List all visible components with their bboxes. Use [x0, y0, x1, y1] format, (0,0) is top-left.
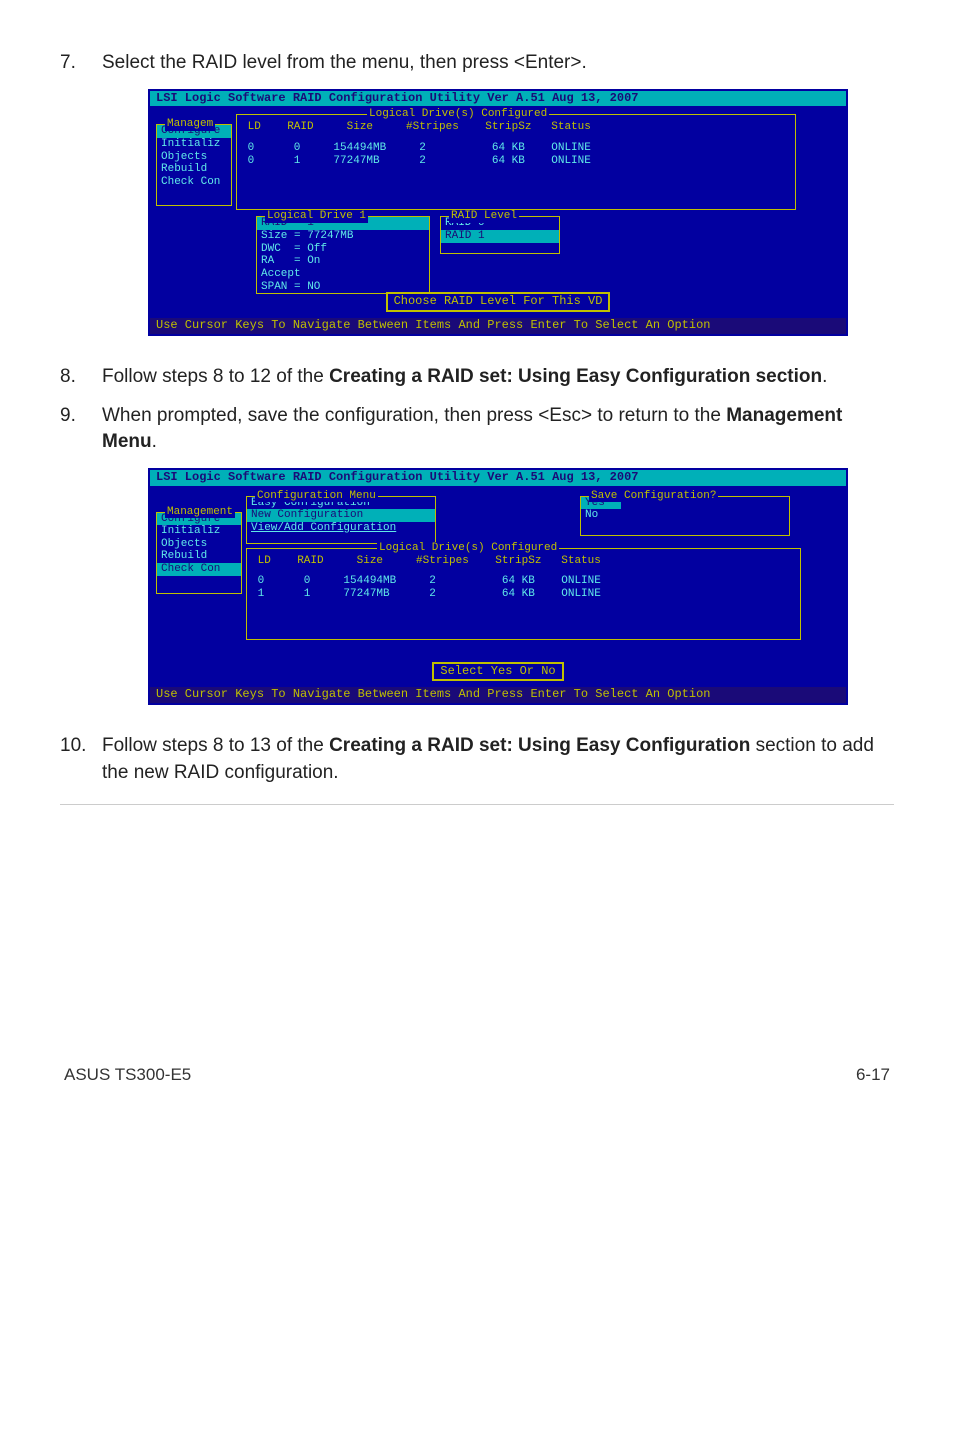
logical-drives-panel: Logical Drive(s) Configured LD RAID Size…	[246, 548, 801, 640]
panel-title: Management	[165, 506, 235, 519]
page-footer: ASUS TS300-E5 6-17	[60, 1065, 894, 1085]
ld1-accept[interactable]: Accept	[257, 268, 429, 281]
sidebar-item-objects[interactable]: Objects	[157, 151, 231, 164]
panel-title: Logical Drive(s) Configured	[377, 542, 559, 555]
ld1-span[interactable]: SPAN = NO	[257, 281, 429, 294]
footer-left: ASUS TS300-E5	[64, 1065, 191, 1085]
panel-title: Save Configuration?	[589, 490, 718, 503]
text: When prompted, save the configuration, t…	[102, 405, 726, 426]
footer-right: 6-17	[856, 1065, 890, 1085]
step-7: 7. Select the RAID level from the menu, …	[60, 50, 894, 77]
text: .	[152, 431, 157, 452]
step-10: 10. Follow steps 8 to 13 of the Creating…	[60, 733, 894, 786]
table-row: 0 1 77247MB 2 64 KB ONLINE	[237, 155, 795, 168]
raid-level-1[interactable]: RAID 1	[441, 230, 559, 243]
save-no[interactable]: No	[581, 509, 789, 522]
panel-title: Logical Drive 1	[265, 210, 368, 223]
configuration-menu: Configuration Menu Easy Configuration Ne…	[246, 496, 436, 544]
raid-level-menu: RAID Level RAID 0 RAID 1	[440, 216, 560, 254]
panel-title: Logical Drive(s) Configured	[367, 108, 549, 121]
sidebar-item-checkcon[interactable]: Check Con	[157, 176, 231, 189]
step-number: 10.	[60, 733, 102, 786]
conf-new[interactable]: New Configuration	[247, 509, 435, 522]
bios-titlebar: LSI Logic Software RAID Configuration Ut…	[150, 470, 846, 486]
step-number: 8.	[60, 364, 102, 391]
conf-viewadd[interactable]: View/Add Configuration	[247, 522, 435, 535]
text: .	[822, 366, 827, 387]
save-configuration-dialog: Save Configuration? Yes No	[580, 496, 790, 536]
sidebar-management: Management Configure Initializ Objects R…	[156, 512, 242, 594]
panel-title: RAID Level	[449, 210, 519, 223]
sidebar-item-checkcon[interactable]: Check Con	[157, 563, 241, 576]
table-row: 0 0 154494MB 2 64 KB ONLINE	[237, 134, 795, 155]
text: Follow steps 8 to 13 of the	[102, 735, 329, 756]
step-text: Follow steps 8 to 13 of the Creating a R…	[102, 733, 894, 786]
sidebar-item-rebuild[interactable]: Rebuild	[157, 550, 241, 563]
text-bold: Creating a RAID set: Using Easy Configur…	[329, 735, 750, 756]
table-row: 1 1 77247MB 2 64 KB ONLINE	[247, 588, 800, 601]
panel-title: Configuration Menu	[255, 490, 378, 503]
step-number: 9.	[60, 403, 102, 456]
text: Follow steps 8 to 12 of the	[102, 366, 329, 387]
bios-titlebar: LSI Logic Software RAID Configuration Ut…	[150, 91, 846, 107]
ld1-dwc[interactable]: DWC = Off	[257, 243, 429, 256]
sidebar-item-initialize[interactable]: Initializ	[157, 138, 231, 151]
bios-prompt: Select Yes Or No	[432, 662, 563, 682]
bios-statusbar: Use Cursor Keys To Navigate Between Item…	[150, 687, 846, 703]
step-9: 9. When prompted, save the configuration…	[60, 403, 894, 456]
divider	[60, 804, 894, 805]
bios-screenshot-1: LSI Logic Software RAID Configuration Ut…	[148, 89, 848, 336]
step-text: Follow steps 8 to 12 of the Creating a R…	[102, 364, 894, 391]
step-text: When prompted, save the configuration, t…	[102, 403, 894, 456]
sidebar-item-initialize[interactable]: Initializ	[157, 525, 241, 538]
step-number: 7.	[60, 50, 102, 77]
bios-screenshot-2: LSI Logic Software RAID Configuration Ut…	[148, 468, 848, 705]
table-row: 0 0 154494MB 2 64 KB ONLINE	[247, 567, 800, 588]
bios-prompt: Choose RAID Level For This VD	[386, 292, 611, 312]
sidebar-management: Managem Configure Initializ Objects Rebu…	[156, 124, 232, 206]
logical-drive-1-panel: Logical Drive 1 RAID = 1 Size = 77247MB …	[256, 216, 430, 294]
ld1-size[interactable]: Size = 77247MB	[257, 230, 429, 243]
bios-statusbar: Use Cursor Keys To Navigate Between Item…	[150, 318, 846, 334]
text-bold: Creating a RAID set: Using Easy Configur…	[329, 366, 822, 387]
sidebar-item-objects[interactable]: Objects	[157, 538, 241, 551]
step-8: 8. Follow steps 8 to 12 of the Creating …	[60, 364, 894, 391]
panel-title: Managem	[165, 118, 215, 131]
sidebar-item-rebuild[interactable]: Rebuild	[157, 163, 231, 176]
logical-drives-panel: Logical Drive(s) Configured LD RAID Size…	[236, 114, 796, 210]
ld1-ra[interactable]: RA = On	[257, 255, 429, 268]
step-text: Select the RAID level from the menu, the…	[102, 50, 894, 77]
